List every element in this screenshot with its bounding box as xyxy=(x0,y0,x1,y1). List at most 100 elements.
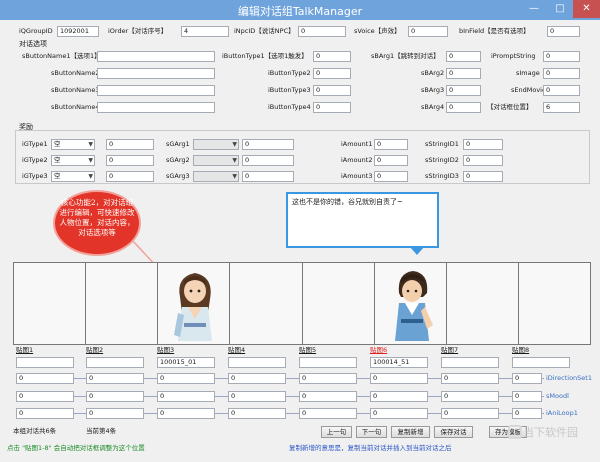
next-button[interactable]: 下一句 xyxy=(356,426,387,438)
infield-input[interactable]: 0 xyxy=(547,26,580,37)
direction-5-input[interactable]: 0 xyxy=(299,373,357,384)
slot-5-link[interactable]: 贴图5 xyxy=(299,346,316,355)
mood-2-input[interactable]: 0 xyxy=(86,391,144,402)
garg-1-select[interactable]: ▼ xyxy=(193,139,239,150)
garg-2-select[interactable]: ▼ xyxy=(193,155,239,166)
minimize-button[interactable]: — xyxy=(521,0,547,18)
slot-6-link[interactable]: 贴图6 xyxy=(370,346,387,355)
dialog-text-input[interactable]: 这也不是你的错，谷兄就别自责了~ xyxy=(286,192,439,248)
mood-5-input[interactable]: 0 xyxy=(299,391,357,402)
direction-4-input[interactable]: 0 xyxy=(228,373,286,384)
npcid-input[interactable]: 0 xyxy=(298,26,346,37)
aniloop-8-input[interactable]: 0 xyxy=(512,408,542,419)
garg-1-num-input[interactable]: 0 xyxy=(242,139,294,150)
gtype-3-num-input[interactable]: 0 xyxy=(106,171,154,182)
gtype-3-select[interactable]: 空 ▼ xyxy=(51,171,95,182)
end-movie-input[interactable]: 0 xyxy=(543,85,580,96)
slot-7-link[interactable]: 贴图7 xyxy=(441,346,458,355)
gtype-2-num-input[interactable]: 0 xyxy=(106,155,154,166)
garg-2-num-input[interactable]: 0 xyxy=(242,155,294,166)
barg-3-input[interactable]: 0 xyxy=(446,85,481,96)
slot-6-input[interactable]: 100014_51 xyxy=(370,357,428,368)
stage-slot-5[interactable] xyxy=(303,263,375,344)
chevron-down-icon: ▼ xyxy=(232,173,237,180)
button-type-2-label: iButtonType2 xyxy=(268,69,311,77)
slot-1-input[interactable] xyxy=(16,357,74,368)
string-id-3-input[interactable]: 0 xyxy=(463,171,503,182)
button-name-1-input[interactable] xyxy=(97,51,215,62)
slot-8-link[interactable]: 贴图8 xyxy=(512,346,529,355)
amount-1-input[interactable]: 0 xyxy=(374,139,408,150)
button-name-2-input[interactable] xyxy=(97,68,215,79)
maximize-button[interactable]: □ xyxy=(547,0,573,18)
amount-3-input[interactable]: 0 xyxy=(374,171,408,182)
aniloop-7-input[interactable]: 0 xyxy=(441,408,499,419)
slot-1-link[interactable]: 贴图1 xyxy=(16,346,33,355)
slot-5-input[interactable] xyxy=(299,357,357,368)
slot-8-input[interactable] xyxy=(512,357,570,368)
qgroupid-input[interactable]: 1092001 xyxy=(57,26,99,37)
string-id-2-input[interactable]: 0 xyxy=(463,155,503,166)
stage-slot-7[interactable] xyxy=(447,263,519,344)
slot-4-link[interactable]: 贴图4 xyxy=(228,346,245,355)
gtype-1-select[interactable]: 空 ▼ xyxy=(51,139,95,150)
direction-8-input[interactable]: 0 xyxy=(512,373,542,384)
prev-button[interactable]: 上一句 xyxy=(321,426,352,438)
aniloop-4-input[interactable]: 0 xyxy=(228,408,286,419)
slot-3-input[interactable]: 100015_01 xyxy=(157,357,215,368)
slot-2-link[interactable]: 贴图2 xyxy=(86,346,103,355)
mood-1-input[interactable]: 0 xyxy=(16,391,74,402)
barg-2-input[interactable]: 0 xyxy=(446,68,481,79)
barg-4-input[interactable]: 0 xyxy=(446,102,481,113)
string-id-1-input[interactable]: 0 xyxy=(463,139,503,150)
mood-4-input[interactable]: 0 xyxy=(228,391,286,402)
voice-input[interactable]: 0 xyxy=(408,26,448,37)
slot-4-input[interactable] xyxy=(228,357,286,368)
garg-3-select[interactable]: ▼ xyxy=(193,171,239,182)
stage-slot-6[interactable] xyxy=(375,263,447,344)
aniloop-2-input[interactable]: 0 xyxy=(86,408,144,419)
copy-new-button[interactable]: 复制新增 xyxy=(391,426,430,438)
button-name-3-input[interactable] xyxy=(97,85,215,96)
order-input[interactable]: 4 xyxy=(181,26,229,37)
barg-1-input[interactable]: 0 xyxy=(446,51,481,62)
mood-7-input[interactable]: 0 xyxy=(441,391,499,402)
mood-3-input[interactable]: 0 xyxy=(157,391,215,402)
slot-7-input[interactable] xyxy=(441,357,499,368)
button-name-3-label: sButtonName3 xyxy=(51,86,100,94)
direction-6-input[interactable]: 0 xyxy=(370,373,428,384)
direction-2-input[interactable]: 0 xyxy=(86,373,144,384)
button-type-3-input[interactable]: 0 xyxy=(313,85,351,96)
gtype-1-num-input[interactable]: 0 xyxy=(106,139,154,150)
aniloop-6-input[interactable]: 0 xyxy=(370,408,428,419)
direction-3-input[interactable]: 0 xyxy=(157,373,215,384)
garg-3-num-input[interactable]: 0 xyxy=(242,171,294,182)
aniloop-1-input[interactable]: 0 xyxy=(16,408,74,419)
button-type-4-input[interactable]: 0 xyxy=(313,102,351,113)
stage-slot-3[interactable] xyxy=(158,263,231,344)
direction-7-input[interactable]: 0 xyxy=(441,373,499,384)
image-input[interactable]: 0 xyxy=(543,68,580,79)
direction-1-input[interactable]: 0 xyxy=(16,373,74,384)
button-type-2-input[interactable]: 0 xyxy=(313,68,351,79)
button-name-4-input[interactable] xyxy=(97,102,215,113)
gtype-2-select[interactable]: 空 ▼ xyxy=(51,155,95,166)
prompt-string-input[interactable]: 0 xyxy=(543,51,580,62)
stage-slot-8[interactable] xyxy=(519,263,590,344)
slot-2-input[interactable] xyxy=(86,357,144,368)
button-type-1-input[interactable]: 0 xyxy=(313,51,351,62)
stage-slot-2[interactable] xyxy=(86,263,159,344)
stage-slot-4[interactable] xyxy=(230,263,303,344)
mood-row-label: sMoodl xyxy=(546,392,569,400)
save-button[interactable]: 保存对话 xyxy=(434,426,473,438)
slot-hint-text: 点击 "贴图1-8" 会自动把对话框调整为这个位置 xyxy=(7,444,145,452)
slot-3-link[interactable]: 贴图3 xyxy=(157,346,174,355)
dialog-position-input[interactable]: 6 xyxy=(543,102,580,113)
amount-2-input[interactable]: 0 xyxy=(374,155,408,166)
mood-8-input[interactable]: 0 xyxy=(512,391,542,402)
stage-slot-1[interactable] xyxy=(14,263,87,344)
aniloop-5-input[interactable]: 0 xyxy=(299,408,357,419)
close-button[interactable]: ✕ xyxy=(573,0,600,18)
mood-6-input[interactable]: 0 xyxy=(370,391,428,402)
aniloop-3-input[interactable]: 0 xyxy=(157,408,215,419)
